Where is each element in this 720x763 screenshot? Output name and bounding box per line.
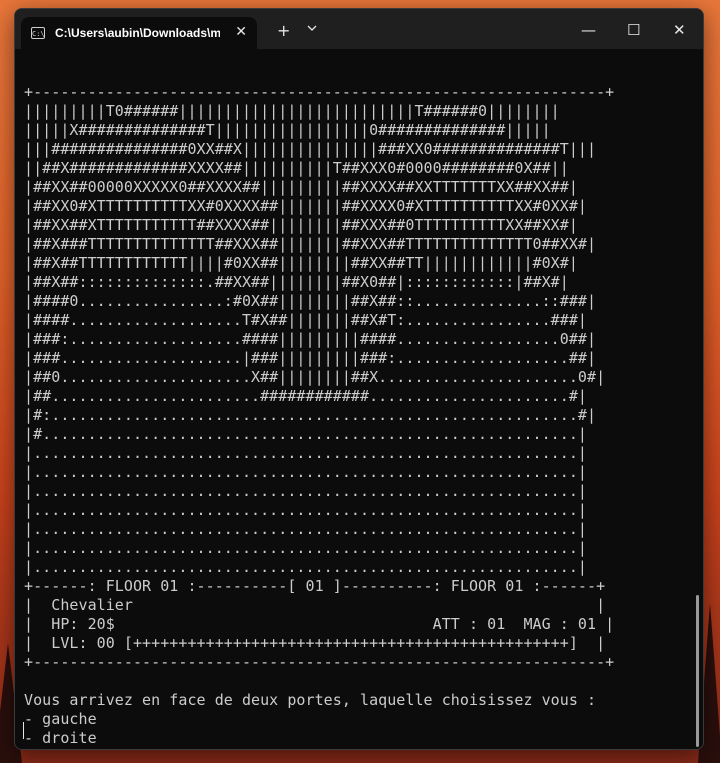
terminal-icon: C:\ [31, 27, 45, 39]
console-line: |##XX##XTTTTTTTTTTT##XXXX##||||||||##XXX… [24, 216, 578, 234]
console-line: ||##X#############XXXX##||||||||||T##XXX… [24, 159, 569, 177]
terminal-output[interactable]: +---------------------------------------… [15, 49, 703, 749]
console-line: +---------------------------------------… [24, 653, 615, 671]
console-line: |###:...................####|||||||||###… [24, 330, 597, 348]
console-line: |.......................................… [24, 463, 588, 481]
console-line: |##0.....................X##||||||||##X.… [24, 368, 606, 386]
tab-terminal[interactable]: C:\ C:\Users\aubin\Downloads\m ✕ [21, 17, 257, 49]
close-icon[interactable]: ✕ [235, 24, 247, 40]
console-line: |.......................................… [24, 501, 588, 519]
console-line: |##XX##00000XXXXX0##XXXX##|||||||||##XXX… [24, 178, 578, 196]
console-line: |.......................................… [24, 482, 588, 500]
console-line: - droite [24, 729, 97, 747]
console-line: |###....................|###|||||||||###… [24, 349, 597, 367]
tab-title: C:\Users\aubin\Downloads\m [55, 26, 220, 40]
console-line: |##X##::::::::::::::.##XX##||||||||##X0#… [24, 273, 569, 291]
console-line: Vous arrivez en face de deux portes, laq… [24, 691, 597, 709]
console-line: |.......................................… [24, 444, 588, 462]
console-line: |||###############0XX##X|||||||||||||||#… [24, 140, 597, 158]
console-line: |####...................T#X##|||||||##X#… [24, 311, 588, 329]
console-line: |#:.....................................… [24, 406, 597, 424]
maximize-icon[interactable]: ☐ [627, 21, 640, 39]
console-line: |.......................................… [24, 520, 588, 538]
console-line: | HP: 20$ ATT : 01 MAG : 01 | [24, 615, 615, 633]
close-window-icon[interactable]: ✕ [673, 21, 686, 39]
console-line: |##XX0#XTTTTTTTTTTXX#0XXXX##|||||||##XXX… [24, 197, 588, 215]
terminal-window: C:\ C:\Users\aubin\Downloads\m ✕ + — ☐ ✕… [14, 8, 704, 750]
console-line: |##X###TTTTTTTTTTTTTT##XXX##|||||||##XXX… [24, 235, 597, 253]
console-text: +---------------------------------------… [24, 83, 614, 748]
console-line: - gauche [24, 710, 97, 728]
text-cursor [23, 722, 24, 739]
console-line: |#......................................… [24, 425, 588, 443]
console-line: |.......................................… [24, 539, 588, 557]
scrollbar[interactable] [696, 595, 699, 747]
console-line: |||||||||T0######|||||||||||||||||||||||… [24, 102, 560, 120]
console-line: +---------------------------------------… [24, 83, 615, 101]
console-line: |##.......................############..… [24, 387, 588, 405]
console-line: |.......................................… [24, 558, 588, 576]
plus-icon[interactable]: + [277, 21, 290, 40]
console-line: |####0................:#0X##||||||||##X#… [24, 292, 597, 310]
console-line: |##X##TTTTTTTTTTTT||||#0XX##||||||||##XX… [24, 254, 578, 272]
chevron-down-icon[interactable] [307, 23, 317, 33]
console-line: |||||X##############T|||||||||||||||||0#… [24, 121, 551, 139]
console-line: | LVL: 00 [+++++++++++++++++++++++++++++… [24, 634, 606, 652]
minimize-icon[interactable]: — [581, 21, 596, 39]
console-line: +------: FLOOR 01 :----------[ 01 ]-----… [24, 577, 606, 595]
console-line: | Chevalier | [24, 596, 606, 614]
title-bar: C:\ C:\Users\aubin\Downloads\m ✕ + — ☐ ✕ [15, 9, 703, 49]
